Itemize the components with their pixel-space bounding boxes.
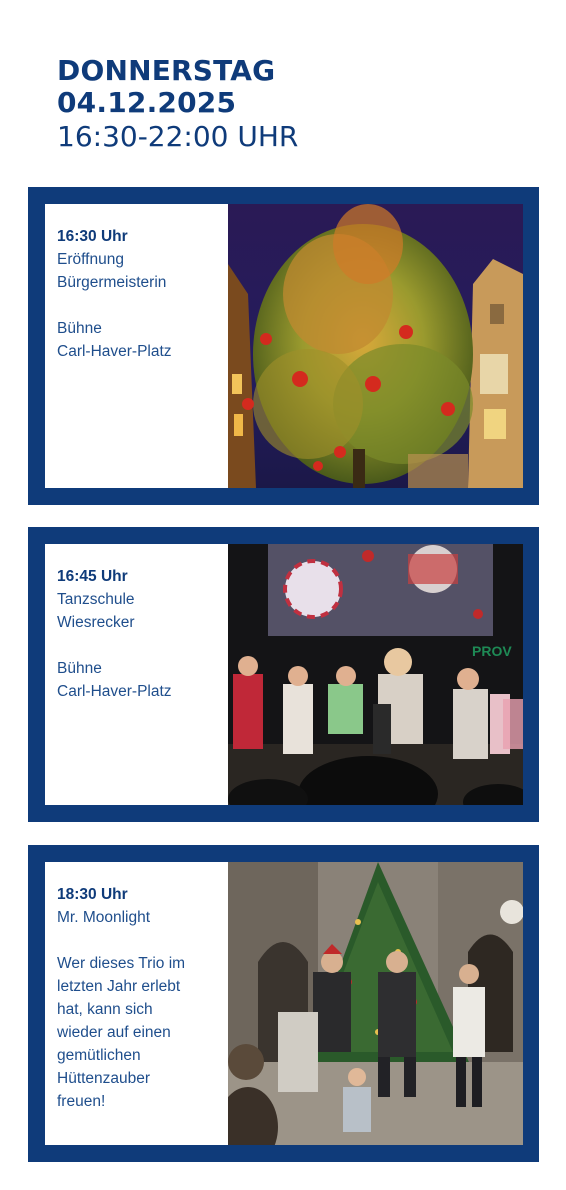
event-title-line: Mr. Moonlight — [57, 909, 151, 926]
event-description-line: Wer dieses Trio im — [57, 955, 186, 972]
event-card-dance: 16:45 Uhr Tanzschule Wiesrecker Bühne Ca… — [28, 527, 539, 822]
event-card-opening: 16:30 Uhr Eröffnung Bürgermeisterin Bühn… — [28, 187, 539, 505]
event-description-line: wieder auf einen — [57, 1024, 171, 1041]
event-description-line: hat, kann sich — [57, 1001, 153, 1018]
event-description-line: letzten Jahr erlebt — [57, 978, 181, 995]
header-date: 04.12.2025 — [57, 86, 237, 119]
event-description-line: freuen! — [57, 1093, 106, 1110]
event-description-line: Hüttenzauber — [57, 1070, 151, 1087]
christmas-tree-night-photo — [228, 204, 523, 488]
event-text-panel: 16:30 Uhr Eröffnung Bürgermeisterin Bühn… — [45, 204, 228, 488]
event-title-line: Bürgermeisterin — [57, 274, 167, 291]
event-title-line: Tanzschule — [57, 591, 135, 608]
event-location-line: Bühne — [57, 660, 102, 677]
header-time: 16:30-22:00 UHR — [57, 120, 299, 153]
event-text-panel: 16:45 Uhr Tanzschule Wiesrecker Bühne Ca… — [45, 544, 228, 805]
event-location-line: Carl-Haver-Platz — [57, 343, 172, 360]
event-text-panel: 18:30 Uhr Mr. Moonlight Wer dieses Trio … — [45, 862, 228, 1145]
trio-band-market-photo — [228, 862, 523, 1145]
event-time: 16:45 Uhr — [57, 568, 128, 585]
event-description-line: gemütlichen — [57, 1047, 141, 1064]
event-location-line: Bühne — [57, 320, 102, 337]
event-time: 16:30 Uhr — [57, 228, 128, 245]
event-location-line: Carl-Haver-Platz — [57, 683, 172, 700]
banner-text: PROV — [472, 643, 512, 659]
page-header: DONNERSTAG 04.12.2025 16:30-22:00 UHR — [57, 55, 298, 154]
event-card-concert: 18:30 Uhr Mr. Moonlight Wer dieses Trio … — [28, 845, 539, 1162]
event-time: 18:30 Uhr — [57, 886, 128, 903]
dance-performance-stage-photo: PROV — [228, 544, 523, 805]
event-title-line: Wiesrecker — [57, 614, 135, 631]
event-title-line: Eröffnung — [57, 251, 124, 268]
header-day: DONNERSTAG — [57, 54, 276, 87]
